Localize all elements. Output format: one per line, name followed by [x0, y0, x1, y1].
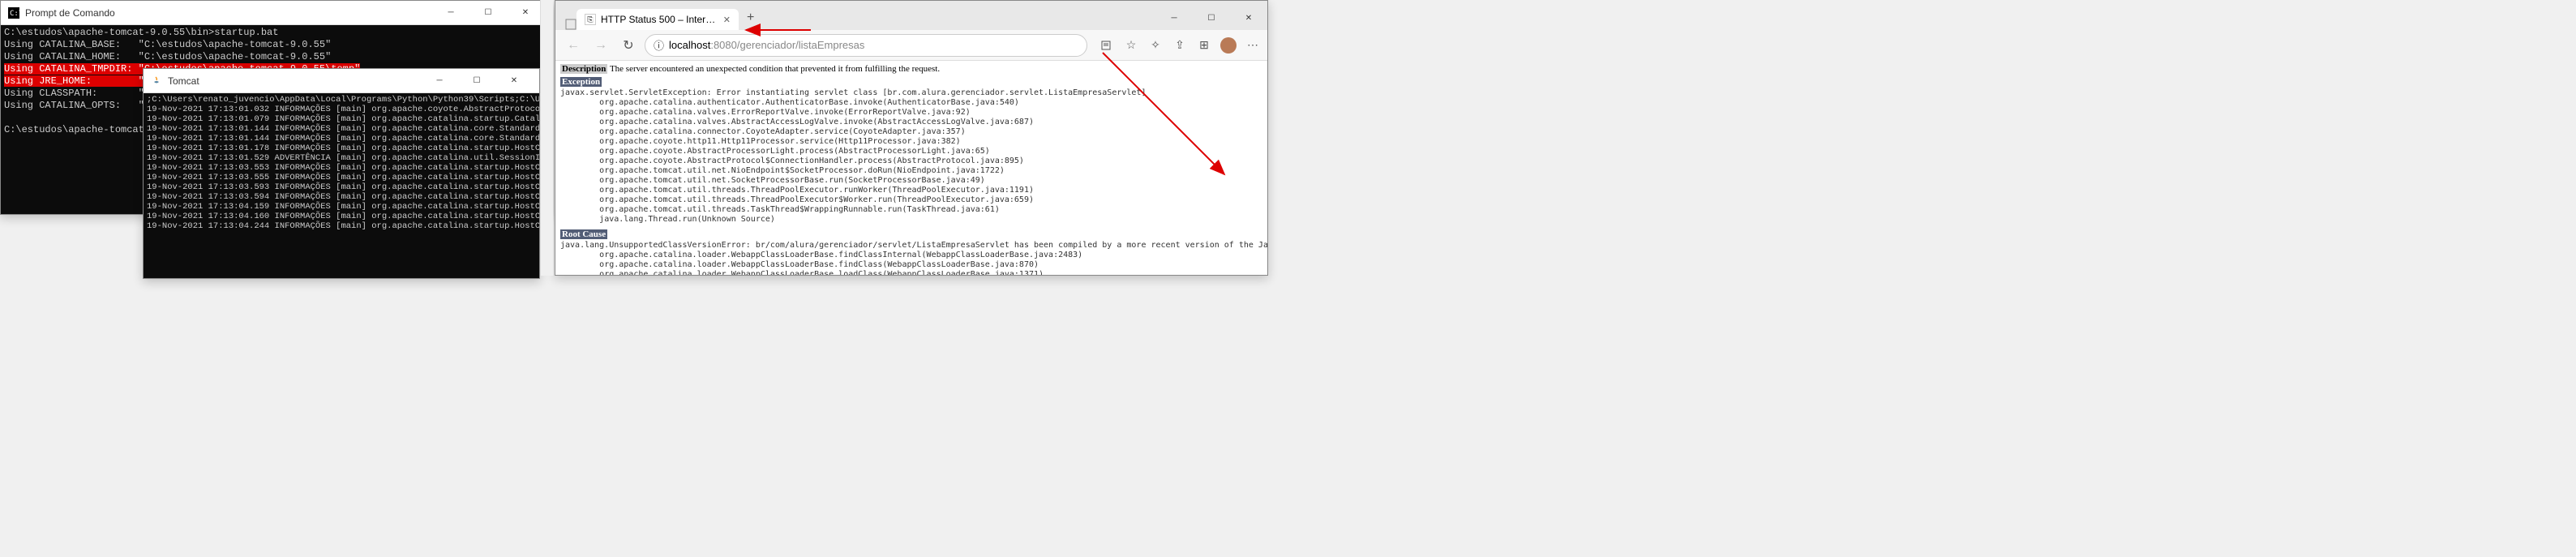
profile-avatar[interactable] [1220, 37, 1237, 54]
maximize-button[interactable]: ☐ [469, 1, 507, 25]
tomcat-title: Tomcat [168, 75, 421, 87]
favicon-icon: ⎘ [585, 14, 596, 25]
prompt-title: Prompt de Comando [25, 7, 432, 19]
tomcat-window: Tomcat ─ ☐ ✕ ;C:\Users\renato_juvencio\A… [143, 68, 540, 279]
address-bar[interactable]: ⓘ localhost:8080/gerenciador/listaEmpres… [645, 34, 1087, 57]
extensions-icon[interactable]: ⊞ [1196, 37, 1212, 54]
refresh-button[interactable]: ↻ [617, 34, 640, 57]
rootcause-heading: Root Cause [560, 229, 607, 239]
page-content: Description The server encountered an un… [555, 61, 1267, 275]
tab-title: HTTP Status 500 – Internal Serv... [601, 14, 718, 25]
cmd-icon: C:\\ [7, 6, 20, 19]
exception-trace: javax.servlet.ServletException: Error in… [560, 88, 1262, 225]
favorites-icon[interactable]: ☆ [1123, 37, 1139, 54]
tab-close-button[interactable]: ✕ [723, 15, 731, 25]
browser-window: ⎘ HTTP Status 500 – Internal Serv... ✕ +… [555, 0, 1268, 276]
minimize-button[interactable]: ─ [421, 69, 458, 93]
share-icon[interactable]: ⇪ [1172, 37, 1188, 54]
close-button[interactable]: ✕ [495, 69, 533, 93]
minimize-button[interactable]: ─ [432, 1, 469, 25]
java-icon [150, 75, 163, 88]
url-host: localhost [669, 39, 710, 51]
tomcat-terminal[interactable]: ;C:\Users\renato_juvencio\AppData\Local\… [144, 93, 539, 278]
tomcat-titlebar[interactable]: Tomcat ─ ☐ ✕ [144, 69, 539, 93]
close-button[interactable]: ✕ [507, 1, 544, 25]
description-label: Description [560, 64, 607, 74]
svg-text:C:\\: C:\\ [10, 10, 19, 18]
system-menu-icon[interactable] [565, 19, 576, 30]
close-button[interactable]: ✕ [1230, 6, 1267, 30]
back-button[interactable]: ← [562, 34, 585, 57]
menu-icon[interactable]: ⋯ [1245, 37, 1261, 54]
browser-toolbar: ← → ↻ ⓘ localhost:8080/gerenciador/lista… [555, 30, 1267, 61]
site-info-icon[interactable]: ⓘ [654, 37, 664, 53]
forward-button[interactable]: → [589, 34, 612, 57]
url-port: :8080 [710, 39, 737, 51]
maximize-button[interactable]: ☐ [458, 69, 495, 93]
new-tab-button[interactable]: + [739, 6, 762, 30]
maximize-button[interactable]: ☐ [1193, 6, 1230, 30]
browser-tab[interactable]: ⎘ HTTP Status 500 – Internal Serv... ✕ [576, 9, 739, 30]
description-text: The server encountered an unexpected con… [607, 64, 940, 74]
tab-strip: ⎘ HTTP Status 500 – Internal Serv... ✕ +… [555, 1, 1267, 30]
exception-heading: Exception [560, 77, 602, 87]
collections-icon[interactable]: ✧ [1147, 37, 1164, 54]
scrollbar[interactable] [540, 0, 553, 276]
prompt-titlebar[interactable]: C:\\ Prompt de Comando ─ ☐ ✕ [1, 1, 551, 25]
rootcause-trace: java.lang.UnsupportedClassVersionError: … [560, 241, 1262, 275]
read-aloud-icon[interactable] [1099, 37, 1115, 54]
minimize-button[interactable]: ─ [1155, 6, 1193, 30]
url-path: /gerenciador/listaEmpresas [737, 39, 865, 51]
